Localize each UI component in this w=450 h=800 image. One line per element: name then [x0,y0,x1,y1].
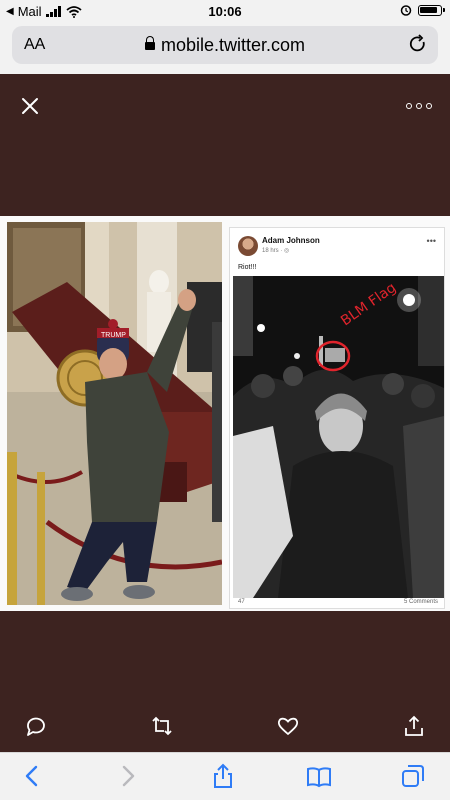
embedded-facebook-post[interactable]: Adam Johnson 18 hrs · ◎ ••• Riot!!! BLM … [229,227,445,609]
bookmarks-icon[interactable] [306,763,332,789]
reply-icon[interactable] [24,714,48,738]
share-icon[interactable] [402,714,426,738]
photo-man-with-lectern[interactable]: TRUMP [7,222,222,605]
share-sheet-icon[interactable] [210,763,236,789]
forward-icon[interactable] [114,763,140,789]
more-options-icon[interactable] [406,94,432,118]
battery-icon [418,4,445,16]
reaction-count[interactable]: 47 [238,599,245,605]
post-text: Riot!!! [238,264,257,271]
tabs-icon[interactable] [400,763,426,789]
url-label: mobile.twitter.com [160,35,306,55]
post-author[interactable]: Adam Johnson [262,236,320,245]
alarm-icon [400,5,412,16]
post-options-icon[interactable]: ••• [427,236,436,246]
reload-icon[interactable] [408,34,428,54]
media-frame[interactable]: TRUMP Adam Johnson 18 hrs · ◎ ••• Riot!!… [0,216,450,611]
post-footer: 47 5 Comments [238,597,438,608]
post-header: Adam Johnson 18 hrs · ◎ [238,236,438,260]
retweet-icon[interactable] [150,714,174,738]
status-bar: ◀ Mail 10:06 [0,0,450,22]
tweet-action-bar [0,714,450,744]
safari-toolbar [0,752,450,800]
browser-url-area: AA mobile.twitter.com [0,22,450,74]
crowd-night-photo[interactable]: BLM Flag [233,276,444,598]
url-bar[interactable]: AA mobile.twitter.com [12,26,438,64]
media-viewer: TRUMP Adam Johnson 18 hrs · ◎ ••• Riot!!… [0,74,450,752]
status-right [400,4,445,16]
status-time: 10:06 [208,4,242,19]
lectern-scene-image: TRUMP [7,222,222,605]
back-icon[interactable] [20,763,46,789]
lock-icon [144,36,155,50]
url-text[interactable]: mobile.twitter.com [12,35,438,56]
comments-count[interactable]: 5 Comments [404,599,438,605]
avatar[interactable] [238,236,258,256]
close-icon[interactable] [18,94,42,118]
crowd-scene-image: BLM Flag [233,276,444,598]
post-meta: 18 hrs · ◎ [262,248,290,254]
like-heart-icon[interactable] [276,714,300,738]
hat-text: TRUMP [101,332,126,339]
